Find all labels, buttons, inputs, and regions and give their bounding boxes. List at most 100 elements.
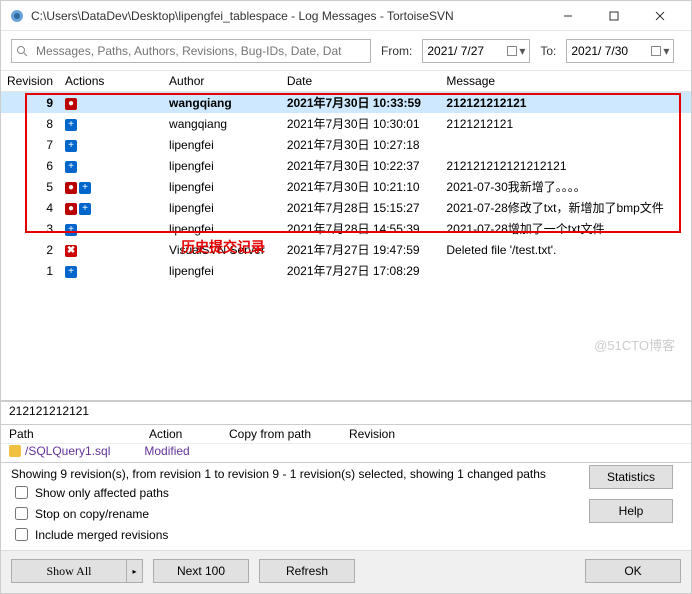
help-button[interactable]: Help bbox=[589, 499, 673, 523]
cell-message: 212121212121212121 bbox=[440, 155, 691, 176]
search-icon bbox=[12, 45, 32, 57]
maximize-button[interactable] bbox=[591, 1, 637, 31]
show-all-button[interactable]: Show All bbox=[11, 559, 127, 583]
added-icon: + bbox=[65, 140, 77, 152]
toolbar: From: 2021/ 7/27 ▾ To: 2021/ 7/30 ▾ bbox=[1, 31, 691, 71]
cell-date: 2021年7月30日 10:22:37 bbox=[281, 155, 441, 176]
added-icon: + bbox=[65, 161, 77, 173]
show-all-dropdown-icon[interactable]: ▸ bbox=[127, 559, 143, 583]
table-row[interactable]: 8 + wangqiang2021年7月30日 10:30:012121212121 bbox=[1, 113, 691, 134]
cell-author: lipengfei bbox=[163, 218, 281, 239]
from-date-dropdown-icon[interactable]: ▾ bbox=[507, 44, 525, 58]
cell-date: 2021年7月30日 10:30:01 bbox=[281, 113, 441, 134]
options-panel: Show only affected paths Stop on copy/re… bbox=[1, 483, 691, 550]
cell-author: lipengfei bbox=[163, 260, 281, 281]
path-action: Modified bbox=[144, 444, 189, 458]
cell-message bbox=[440, 134, 691, 155]
col-actions[interactable]: Actions bbox=[59, 71, 163, 92]
paths-row[interactable]: /SQLQuery1.sql Modified bbox=[1, 444, 691, 458]
check-affected-paths[interactable]: Show only affected paths bbox=[11, 483, 681, 502]
paths-col-path[interactable]: Path bbox=[9, 427, 129, 441]
cell-date: 2021年7月28日 15:15:27 bbox=[281, 197, 441, 218]
path-name: /SQLQuery1.sql bbox=[25, 444, 110, 458]
cell-actions: ●+ bbox=[59, 176, 163, 197]
to-date-input[interactable]: 2021/ 7/30 ▾ bbox=[566, 39, 674, 63]
table-row[interactable]: 6 + lipengfei2021年7月30日 10:22:372121212121… bbox=[1, 155, 691, 176]
cell-author: wangqiang bbox=[163, 113, 281, 134]
cell-date: 2021年7月28日 14:55:39 bbox=[281, 218, 441, 239]
close-button[interactable] bbox=[637, 1, 683, 31]
tortoisesvn-icon bbox=[9, 8, 25, 24]
to-date-dropdown-icon[interactable]: ▾ bbox=[651, 44, 669, 58]
col-date[interactable]: Date bbox=[281, 71, 441, 92]
to-label: To: bbox=[540, 44, 556, 58]
to-date-value: 2021/ 7/30 bbox=[571, 44, 628, 58]
table-row[interactable]: 9 ● wangqiang2021年7月30日 10:33:592121212121… bbox=[1, 92, 691, 114]
cell-revision: 2 bbox=[1, 239, 59, 260]
cell-actions: + bbox=[59, 134, 163, 155]
check-stop-on-copy[interactable]: Stop on copy/rename bbox=[11, 504, 681, 523]
paths-panel[interactable]: Path Action Copy from path Revision /SQL… bbox=[1, 425, 691, 463]
bottom-bar: Show All ▸ Next 100 Refresh OK bbox=[1, 550, 691, 593]
added-icon: + bbox=[65, 119, 77, 131]
cell-revision: 7 bbox=[1, 134, 59, 155]
next-100-button[interactable]: Next 100 bbox=[153, 559, 249, 583]
cell-actions: + bbox=[59, 218, 163, 239]
paths-col-action[interactable]: Action bbox=[149, 427, 209, 441]
col-revision[interactable]: Revision bbox=[1, 71, 59, 92]
cell-actions: ✖ bbox=[59, 239, 163, 260]
paths-header: Path Action Copy from path Revision bbox=[1, 425, 691, 444]
cell-message: 212121212121 bbox=[440, 92, 691, 114]
cell-revision: 1 bbox=[1, 260, 59, 281]
cell-message: 2121212121 bbox=[440, 113, 691, 134]
modified-icon: ● bbox=[65, 203, 77, 215]
cell-date: 2021年7月30日 10:21:10 bbox=[281, 176, 441, 197]
cell-date: 2021年7月30日 10:33:59 bbox=[281, 92, 441, 114]
cell-date: 2021年7月30日 10:27:18 bbox=[281, 134, 441, 155]
annotation-label: 历史提交记录 bbox=[181, 237, 265, 257]
table-row[interactable]: 1+lipengfei2021年7月27日 17:08:29 bbox=[1, 260, 691, 281]
table-row[interactable]: 7+lipengfei2021年7月30日 10:27:18 bbox=[1, 134, 691, 155]
table-row[interactable]: 2✖VisualSVN Server2021年7月27日 19:47:59Del… bbox=[1, 239, 691, 260]
message-preview-panel[interactable]: 212121212121 bbox=[1, 401, 691, 425]
cell-actions: ●+ bbox=[59, 197, 163, 218]
modified-icon: ● bbox=[65, 98, 77, 110]
cell-revision: 8 bbox=[1, 113, 59, 134]
table-row[interactable]: 3+lipengfei2021年7月28日 14:55:392021-07-28… bbox=[1, 218, 691, 239]
from-date-value: 2021/ 7/27 bbox=[427, 44, 484, 58]
log-table[interactable]: Revision Actions Author Date Message 9 ● w… bbox=[1, 71, 691, 281]
table-row[interactable]: 5●+lipengfei2021年7月30日 10:21:102021-07-3… bbox=[1, 176, 691, 197]
refresh-button[interactable]: Refresh bbox=[259, 559, 355, 583]
file-icon bbox=[9, 445, 21, 457]
table-row[interactable]: 4●+lipengfei2021年7月28日 15:15:272021-07-2… bbox=[1, 197, 691, 218]
added-icon: + bbox=[79, 182, 91, 194]
paths-col-copyfrom[interactable]: Copy from path bbox=[229, 427, 329, 441]
cell-author: wangqiang bbox=[163, 92, 281, 114]
search-input[interactable] bbox=[32, 40, 370, 62]
cell-revision: 6 bbox=[1, 155, 59, 176]
cell-message: Deleted file '/test.txt'. bbox=[440, 239, 691, 260]
col-message[interactable]: Message bbox=[440, 71, 691, 92]
cell-date: 2021年7月27日 19:47:59 bbox=[281, 239, 441, 260]
col-author[interactable]: Author bbox=[163, 71, 281, 92]
cell-message bbox=[440, 260, 691, 281]
minimize-button[interactable] bbox=[545, 1, 591, 31]
search-field[interactable] bbox=[11, 39, 371, 63]
cell-actions: + bbox=[59, 155, 163, 176]
cell-author: lipengfei bbox=[163, 197, 281, 218]
statistics-button[interactable]: Statistics bbox=[589, 465, 673, 489]
cell-actions: + bbox=[59, 113, 163, 134]
added-icon: + bbox=[65, 266, 77, 278]
from-label: From: bbox=[381, 44, 412, 58]
ok-button[interactable]: OK bbox=[585, 559, 681, 583]
cell-revision: 3 bbox=[1, 218, 59, 239]
cell-revision: 5 bbox=[1, 176, 59, 197]
table-header-row: Revision Actions Author Date Message bbox=[1, 71, 691, 92]
paths-col-revision[interactable]: Revision bbox=[349, 427, 395, 441]
titlebar: C:\Users\DataDev\Desktop\lipengfei_table… bbox=[1, 1, 691, 31]
cell-revision: 9 bbox=[1, 92, 59, 114]
check-include-merged[interactable]: Include merged revisions bbox=[11, 525, 681, 544]
cell-author: lipengfei bbox=[163, 155, 281, 176]
cell-message: 2021-07-30我新增了。。。。 bbox=[440, 176, 691, 197]
from-date-input[interactable]: 2021/ 7/27 ▾ bbox=[422, 39, 530, 63]
